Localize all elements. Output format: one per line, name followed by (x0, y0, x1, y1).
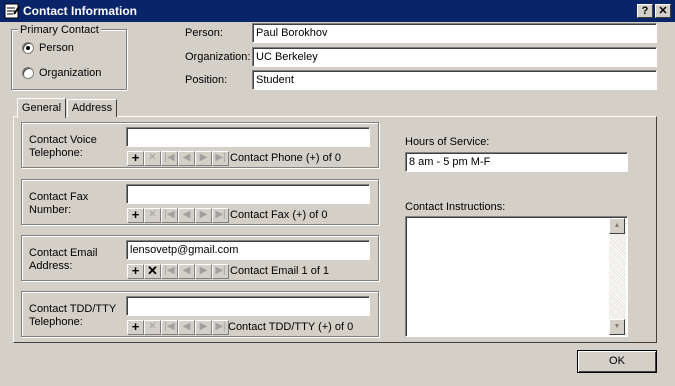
contact-voice-plus-icon[interactable]: + (127, 151, 144, 166)
contact-tdd-label: Contact TDD/TTY Telephone: (29, 303, 116, 329)
contact-fax-label-line1: Contact Fax (29, 191, 89, 203)
contact-fax-first-record-icon[interactable]: |◀ (161, 208, 178, 223)
tab-general[interactable]: General (17, 98, 66, 118)
contact-voice-label-line2: Telephone: (29, 147, 83, 159)
contact-tdd-first-record-icon[interactable]: |◀ (161, 320, 178, 335)
contact-fax-plus-icon[interactable]: + (127, 208, 144, 223)
contact-voice-first-record-icon[interactable]: |◀ (161, 151, 178, 166)
contact-tdd-field[interactable] (126, 296, 370, 316)
person-label: Person: (185, 27, 223, 39)
contact-fax-last-record-icon[interactable]: ▶| (212, 208, 229, 223)
primary-contact-label: Primary Contact (18, 24, 101, 36)
contact-voice-status: Contact Phone (+) of 0 (230, 152, 341, 164)
radio-person[interactable] (22, 42, 34, 54)
position-field[interactable]: Student (252, 70, 657, 90)
contact-tdd-label-line1: Contact TDD/TTY (29, 303, 117, 315)
instructions-label: Contact Instructions: (405, 201, 506, 213)
contact-voice-next-record-icon[interactable]: ▶ (195, 151, 212, 166)
contact-email-prev-record-icon[interactable]: ◀ (178, 264, 195, 279)
window-title: Contact Information (23, 4, 137, 18)
contact-tdd-next-record-icon[interactable]: ▶ (195, 320, 212, 335)
instructions-scrollbar[interactable] (609, 218, 626, 335)
contact-email-field[interactable]: lensovetp@gmail.com (126, 240, 370, 260)
contact-voice-field[interactable] (126, 127, 370, 147)
contact-fax-delete-icon[interactable]: ✕ (144, 208, 161, 223)
window-icon (4, 3, 20, 19)
scroll-up-icon[interactable]: ▲ (609, 218, 625, 234)
contact-fax-field[interactable] (126, 184, 370, 204)
person-field[interactable]: Paul Borokhov (252, 23, 657, 43)
contact-voice-label: Contact Voice Telephone: (29, 134, 97, 160)
organization-field[interactable]: UC Berkeley (252, 47, 657, 67)
radio-organization-label: Organization (39, 67, 102, 79)
contact-tdd-status: Contact TDD/TTY (+) of 0 (228, 321, 354, 333)
contact-voice-label-line1: Contact Voice (29, 134, 97, 146)
contact-tdd-delete-icon[interactable]: ✕ (144, 320, 161, 335)
contact-tdd-last-record-icon[interactable]: ▶| (212, 320, 229, 335)
contact-voice-delete-icon[interactable]: ✕ (144, 151, 161, 166)
contact-fax-prev-record-icon[interactable]: ◀ (178, 208, 195, 223)
contact-email-first-record-icon[interactable]: |◀ (161, 264, 178, 279)
contact-fax-label-line2: Number: (29, 204, 72, 216)
organization-label: Organization: (185, 51, 251, 63)
contact-email-delete-icon[interactable]: ✕ (144, 264, 161, 279)
hours-label: Hours of Service: (405, 136, 490, 148)
radio-organization[interactable] (22, 67, 34, 79)
contact-fax-next-record-icon[interactable]: ▶ (195, 208, 212, 223)
contact-voice-prev-record-icon[interactable]: ◀ (178, 151, 195, 166)
ok-button[interactable]: OK (577, 350, 657, 373)
primary-contact-group (11, 29, 127, 90)
contact-email-label-line2: Address: (29, 260, 73, 272)
contact-email-last-record-icon[interactable]: ▶| (212, 264, 229, 279)
contact-voice-last-record-icon[interactable]: ▶| (212, 151, 229, 166)
contact-email-label-line1: Contact Email (29, 247, 98, 259)
contact-fax-label: Contact Fax Number: (29, 191, 88, 217)
tab-address[interactable]: Address (67, 99, 117, 117)
scroll-down-icon[interactable]: ▼ (609, 319, 625, 335)
help-button[interactable]: ? (637, 4, 653, 18)
close-button[interactable]: ✕ (655, 4, 671, 18)
contact-fax-status: Contact Fax (+) of 0 (230, 209, 328, 221)
contact-tdd-prev-record-icon[interactable]: ◀ (178, 320, 195, 335)
hours-field[interactable]: 8 am - 5 pm M-F (405, 152, 628, 172)
contact-email-status: Contact Email 1 of 1 (230, 265, 330, 277)
contact-email-label: Contact Email Address: (29, 247, 97, 273)
contact-tdd-label-line2: Telephone: (29, 316, 83, 328)
contact-tdd-plus-icon[interactable]: + (127, 320, 144, 335)
contact-email-plus-icon[interactable]: + (127, 264, 144, 279)
position-label: Position: (185, 74, 228, 86)
radio-person-label: Person (39, 42, 74, 54)
contact-email-next-record-icon[interactable]: ▶ (195, 264, 212, 279)
instructions-textarea[interactable] (405, 216, 628, 337)
